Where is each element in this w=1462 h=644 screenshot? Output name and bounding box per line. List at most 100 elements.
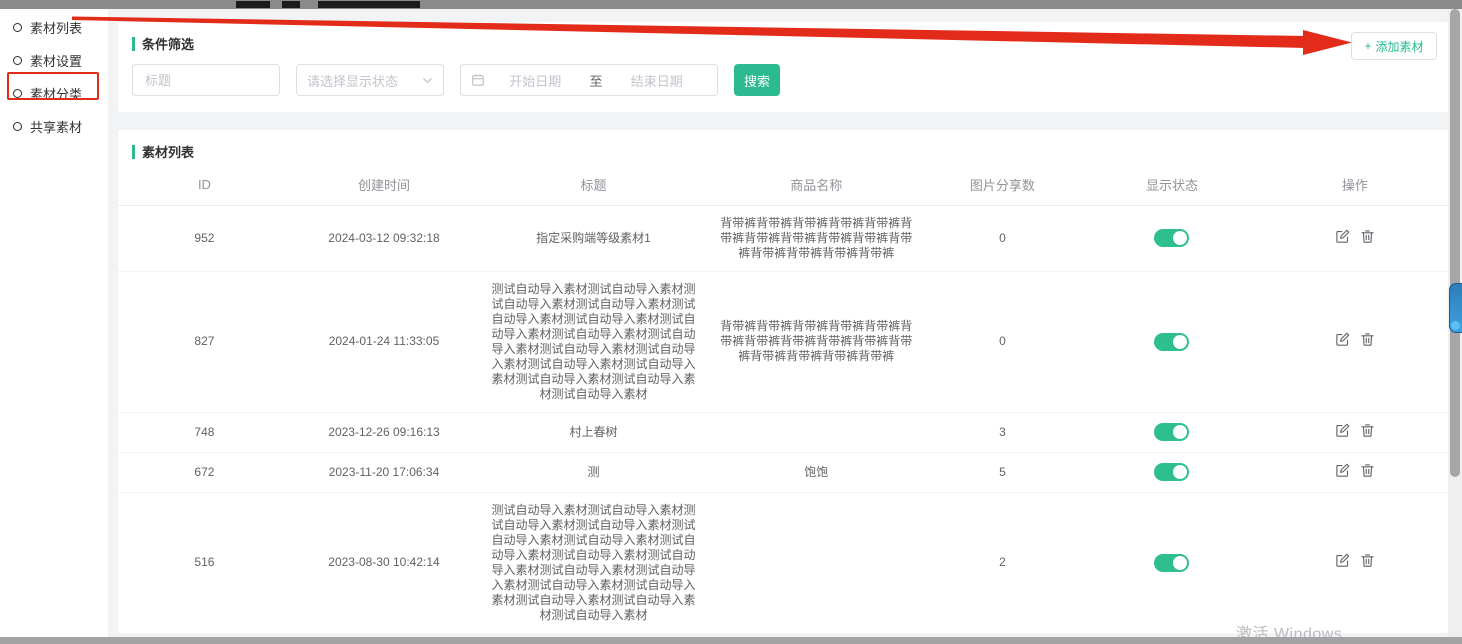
column-header-status: 显示状态: [1082, 165, 1262, 205]
date-range-separator: 至: [586, 71, 607, 90]
table-row: 516 2023-08-30 10:42:14 测试自动导入素材测试自动导入素材…: [118, 492, 1448, 633]
cell-id: 516: [118, 492, 291, 633]
sidebar-item-material-settings[interactable]: 素材设置: [0, 44, 108, 77]
app-window: 素材列表 素材设置 素材分类 共享素材 条件筛选 + 添加素材 请选择显示状态: [0, 0, 1462, 644]
add-material-label: 添加素材: [1376, 38, 1424, 55]
floating-side-handle[interactable]: [1449, 283, 1462, 333]
filter-panel: 条件筛选 + 添加素材 请选择显示状态 开始日期 至 结束日期 搜索: [118, 22, 1448, 112]
cell-actions: [1262, 271, 1448, 412]
select-placeholder: 请选择显示状态: [307, 71, 398, 90]
table-row: 672 2023-11-20 17:06:34 测 饱饱 5: [118, 452, 1448, 492]
edit-icon[interactable]: [1335, 463, 1350, 478]
edit-icon[interactable]: [1335, 423, 1350, 438]
column-header-title: 标题: [477, 165, 710, 205]
cell-product: 饱饱: [710, 452, 923, 492]
end-date-placeholder: 结束日期: [607, 71, 708, 90]
material-table: ID 创建时间 标题 商品名称 图片分享数 显示状态 操作 952 2024-0…: [118, 165, 1448, 633]
cell-status: [1082, 492, 1262, 633]
delete-icon[interactable]: [1360, 332, 1375, 347]
table-section-title: 素材列表: [118, 130, 1448, 161]
circle-bullet-icon: [13, 122, 22, 131]
search-button[interactable]: 搜索: [734, 64, 780, 96]
delete-icon[interactable]: [1360, 423, 1375, 438]
chevron-down-icon: [422, 75, 433, 86]
cell-created: 2023-08-30 10:42:14: [291, 492, 477, 633]
table-row: 748 2023-12-26 09:16:13 村上春树 3: [118, 412, 1448, 452]
sidebar-item-label: 共享素材: [30, 117, 82, 136]
cell-id: 827: [118, 271, 291, 412]
cell-status: [1082, 271, 1262, 412]
column-header-id: ID: [118, 165, 291, 205]
sidebar-item-shared-material[interactable]: 共享素材: [0, 110, 108, 143]
cell-shares: 0: [923, 205, 1083, 271]
sidebar-item-label: 素材分类: [30, 84, 82, 103]
cell-id: 748: [118, 412, 291, 452]
sidebar-item-material-list[interactable]: 素材列表: [0, 11, 108, 44]
cell-actions: [1262, 492, 1448, 633]
table-row: 952 2024-03-12 09:32:18 指定采购端等级素材1 背带裤背带…: [118, 205, 1448, 271]
section-accent-bar: [132, 145, 135, 159]
display-status-toggle[interactable]: [1154, 423, 1189, 441]
filter-section-title: 条件筛选: [118, 22, 1448, 53]
cell-title: 测试自动导入素材测试自动导入素材测试自动导入素材测试自动导入素材测试自动导入素材…: [477, 271, 710, 412]
cell-product: 背带裤背带裤背带裤背带裤背带裤背带裤背带裤背带裤背带裤背带裤背带裤背带裤背带裤背…: [710, 205, 923, 271]
cell-created: 2023-12-26 09:16:13: [291, 412, 477, 452]
edit-icon[interactable]: [1335, 332, 1350, 347]
sidebar: 素材列表 素材设置 素材分类 共享素材: [0, 9, 108, 637]
cell-shares: 0: [923, 271, 1083, 412]
cell-created: 2023-11-20 17:06:34: [291, 452, 477, 492]
column-header-product: 商品名称: [710, 165, 923, 205]
sidebar-item-label: 素材列表: [30, 18, 82, 37]
display-status-select[interactable]: 请选择显示状态: [296, 64, 444, 96]
circle-bullet-icon: [13, 56, 22, 65]
cell-actions: [1262, 205, 1448, 271]
cell-product: [710, 492, 923, 633]
cell-status: [1082, 412, 1262, 452]
cell-status: [1082, 205, 1262, 271]
cropped-window-bottom: [0, 637, 1462, 644]
cell-title: 村上春树: [477, 412, 710, 452]
calendar-icon: [471, 73, 485, 87]
scrollbar-thumb[interactable]: [1450, 9, 1460, 477]
date-range-picker[interactable]: 开始日期 至 结束日期: [460, 64, 718, 96]
display-status-toggle[interactable]: [1154, 554, 1189, 572]
cell-shares: 5: [923, 452, 1083, 492]
sidebar-item-label: 素材设置: [30, 51, 82, 70]
cell-id: 672: [118, 452, 291, 492]
cell-created: 2024-03-12 09:32:18: [291, 205, 477, 271]
cell-title: 测: [477, 452, 710, 492]
cell-product: 背带裤背带裤背带裤背带裤背带裤背带裤背带裤背带裤背带裤背带裤背带裤背带裤背带裤背…: [710, 271, 923, 412]
title-filter-input[interactable]: [132, 64, 280, 96]
cropped-text-fragment: [282, 1, 300, 8]
cell-actions: [1262, 452, 1448, 492]
add-material-button[interactable]: + 添加素材: [1351, 32, 1437, 60]
filter-row: 请选择显示状态 开始日期 至 结束日期 搜索: [132, 64, 780, 96]
column-header-shares: 图片分享数: [923, 165, 1083, 205]
cropped-text-fragment: [236, 1, 270, 8]
start-date-placeholder: 开始日期: [485, 71, 586, 90]
delete-icon[interactable]: [1360, 229, 1375, 244]
section-accent-bar: [132, 37, 135, 51]
display-status-toggle[interactable]: [1154, 333, 1189, 351]
display-status-toggle[interactable]: [1154, 463, 1189, 481]
cell-title: 测试自动导入素材测试自动导入素材测试自动导入素材测试自动导入素材测试自动导入素材…: [477, 492, 710, 633]
sidebar-item-material-category[interactable]: 素材分类: [0, 77, 108, 110]
display-status-toggle[interactable]: [1154, 229, 1189, 247]
circle-bullet-icon: [13, 23, 22, 32]
edit-icon[interactable]: [1335, 229, 1350, 244]
column-header-actions: 操作: [1262, 165, 1448, 205]
cell-shares: 2: [923, 492, 1083, 633]
cell-actions: [1262, 412, 1448, 452]
cell-status: [1082, 452, 1262, 492]
delete-icon[interactable]: [1360, 463, 1375, 478]
edit-icon[interactable]: [1335, 553, 1350, 568]
cropped-window-top: [0, 0, 1462, 9]
delete-icon[interactable]: [1360, 553, 1375, 568]
cropped-text-fragment: [318, 1, 420, 8]
material-list-panel: 素材列表 ID 创建时间 标题 商品名称 图片分享数 显示状态 操作 952 2…: [118, 130, 1448, 633]
table-header-row: ID 创建时间 标题 商品名称 图片分享数 显示状态 操作: [118, 165, 1448, 205]
cell-shares: 3: [923, 412, 1083, 452]
circle-bullet-icon: [13, 89, 22, 98]
cell-id: 952: [118, 205, 291, 271]
table-row: 827 2024-01-24 11:33:05 测试自动导入素材测试自动导入素材…: [118, 271, 1448, 412]
